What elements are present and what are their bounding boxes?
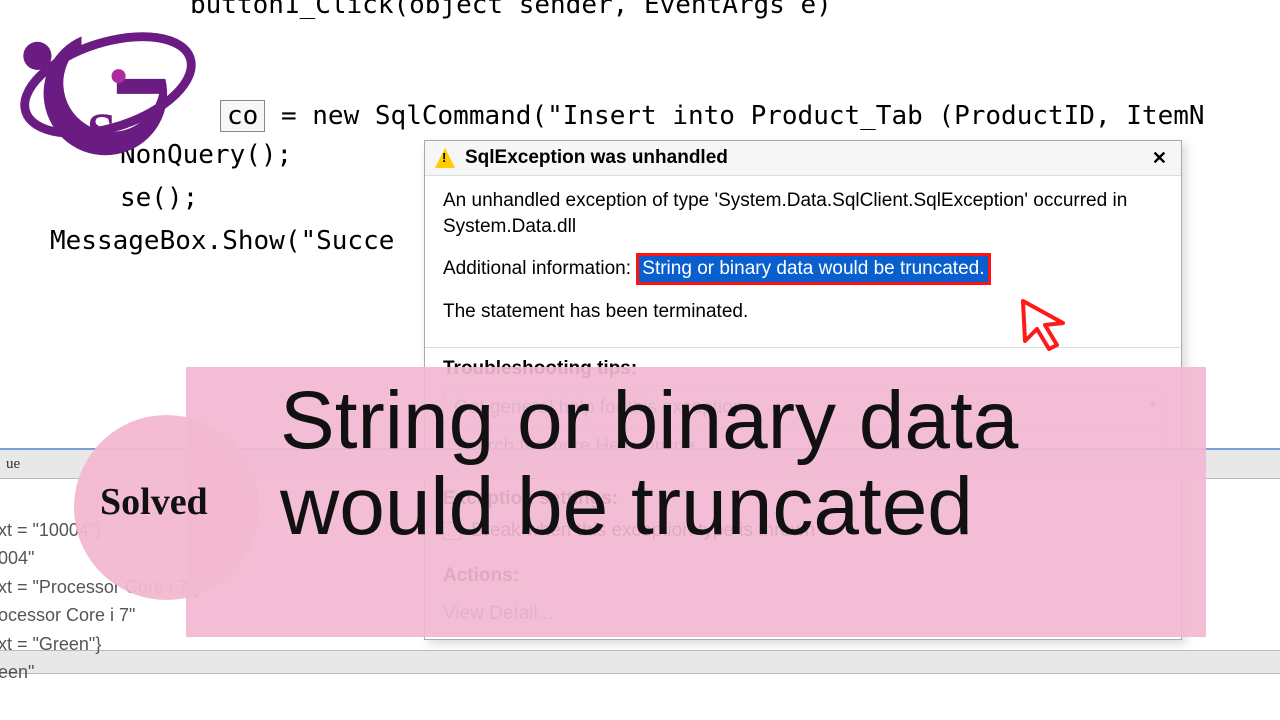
highlighted-error-text: String or binary data would be truncated… <box>636 253 990 285</box>
thumbnail-title: String or binary data would be truncated <box>280 378 1018 550</box>
warning-icon <box>435 148 455 168</box>
code-line-method-signature: button1_Click(object sender, EventArgs e… <box>190 0 832 20</box>
exception-titlebar: SqlException was unhandled ✕ <box>425 141 1181 176</box>
channel-logo: S <box>8 10 208 160</box>
cursor-arrow-icon <box>1015 293 1075 353</box>
svg-text:S: S <box>87 103 116 160</box>
code-line-messagebox: MessageBox.Show("Succe <box>50 226 394 256</box>
exception-additional-info: Additional information: String or binary… <box>443 253 1163 285</box>
exception-title: SqlException was unhandled <box>465 147 728 169</box>
code-line-close: se(); <box>120 183 198 213</box>
code-line-sqlcommand: co = new SqlCommand("Insert into Product… <box>220 100 1205 132</box>
exception-message: An unhandled exception of type 'System.D… <box>443 188 1163 239</box>
close-icon[interactable]: ✕ <box>1148 148 1171 169</box>
solved-label: Solved <box>100 480 208 524</box>
var-co: co <box>220 100 265 132</box>
